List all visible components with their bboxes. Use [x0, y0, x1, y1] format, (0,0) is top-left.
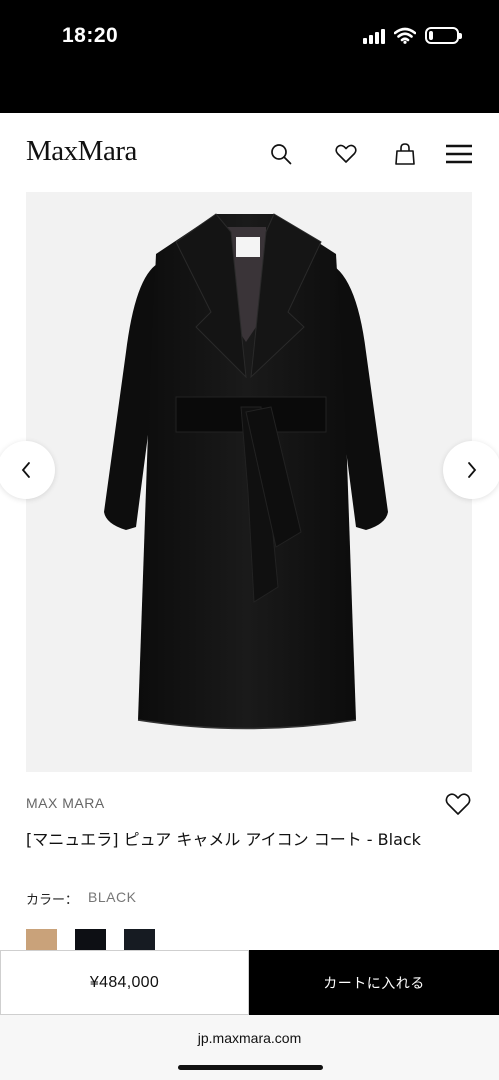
battery-level	[429, 31, 433, 40]
status-time: 18:20	[62, 24, 119, 47]
battery-icon	[425, 27, 462, 44]
wifi-icon	[394, 27, 416, 44]
signal-icon	[363, 28, 385, 44]
home-indicator[interactable]	[178, 1065, 323, 1070]
status-bar: 18:20	[0, 0, 499, 113]
wishlist-button[interactable]	[444, 790, 472, 818]
product-image[interactable]	[26, 192, 472, 772]
bag-icon[interactable]	[389, 138, 421, 170]
color-value: BLACK	[88, 889, 137, 905]
buy-bar: ¥484,000 カートに入れる	[0, 950, 499, 1015]
coat-illustration	[104, 213, 388, 730]
browser-url-bar[interactable]: jp.maxmara.com	[0, 1015, 499, 1080]
url-text[interactable]: jp.maxmara.com	[0, 1030, 499, 1046]
chevron-left-icon	[21, 462, 30, 478]
add-to-cart-button[interactable]: カートに入れる	[249, 950, 499, 1015]
product-brand: MAX MARA	[26, 795, 105, 811]
color-label: カラー：	[26, 893, 79, 908]
search-icon[interactable]	[265, 138, 297, 170]
menu-icon[interactable]	[443, 138, 475, 170]
chevron-right-icon	[468, 462, 477, 478]
color-selector-label: カラー： BLACK	[26, 889, 136, 908]
price: ¥484,000	[0, 950, 249, 1015]
carousel-next-button[interactable]	[443, 441, 499, 499]
status-icons	[363, 27, 462, 44]
site-header: MaxMara	[0, 113, 499, 193]
product-title: [マニュエラ] ピュア キャメル アイコン コート - Black	[26, 830, 421, 849]
maxmara-logo[interactable]: MaxMara	[26, 135, 137, 168]
heart-icon	[445, 793, 471, 815]
heart-icon[interactable]	[330, 138, 362, 170]
